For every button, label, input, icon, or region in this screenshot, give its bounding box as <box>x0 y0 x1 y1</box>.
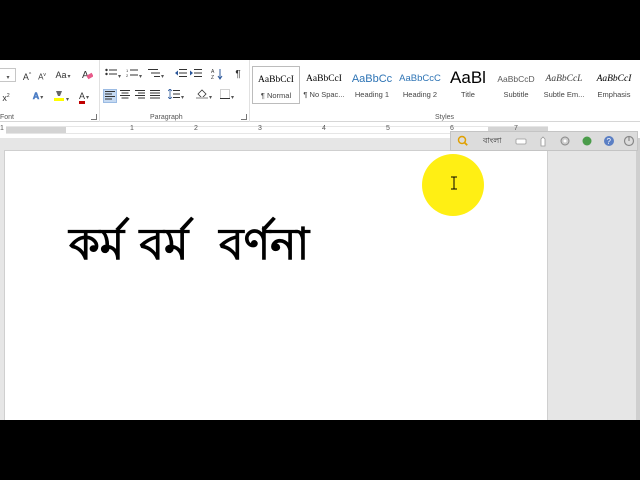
avro-settings-icon[interactable] <box>559 135 571 147</box>
font-group: ▾ A^ Av Aa▾ A x2 A▾ ▾ A▾ Font <box>0 60 100 122</box>
justify-icon[interactable] <box>148 89 162 103</box>
paragraph-dialog-launcher[interactable] <box>241 114 247 120</box>
styles-group-label: Styles <box>435 114 455 121</box>
font-dialog-launcher[interactable] <box>91 114 97 120</box>
ibeam-cursor-icon <box>451 176 457 190</box>
ruler-left-margin <box>6 127 66 133</box>
ribbon-home: ▾ A^ Av Aa▾ A x2 A▾ ▾ A▾ Font ▾ 1 2 ▾ ▾ … <box>0 60 640 122</box>
clear-format-icon[interactable]: A <box>80 68 94 82</box>
style-subtle-emphasis[interactable]: AaBbCcL Subtle Em... <box>540 66 588 104</box>
sort-icon[interactable]: AZ <box>210 68 224 82</box>
ruler-number: 3 <box>258 125 262 132</box>
style-normal[interactable]: AaBbCcI ¶ Normal <box>252 66 300 104</box>
paragraph-group-label: Paragraph <box>150 114 183 121</box>
change-case-icon[interactable]: Aa▾ <box>52 68 74 82</box>
subscript-icon[interactable]: x2 <box>0 89 12 103</box>
avro-hand-icon[interactable] <box>537 135 549 147</box>
ruler-number: 4 <box>322 125 326 132</box>
font-size-box[interactable]: ▾ <box>0 68 16 82</box>
word-window: ▾ A^ Av Aa▾ A x2 A▾ ▾ A▾ Font ▾ 1 2 ▾ ▾ … <box>0 60 640 420</box>
style-heading-2[interactable]: AaBbCcC Heading 2 <box>396 66 444 104</box>
bullets-icon[interactable]: ▾ <box>103 68 123 82</box>
ruler-number: 1 <box>130 125 134 132</box>
shrink-font-icon[interactable]: Av <box>35 68 49 82</box>
text-effects-icon[interactable]: A▾ <box>28 89 48 103</box>
avro-search-icon[interactable] <box>457 135 469 147</box>
show-marks-icon[interactable]: ¶ <box>232 68 244 82</box>
svg-text:Z: Z <box>211 75 214 80</box>
style-title[interactable]: AaBl Title <box>444 66 492 104</box>
align-right-icon[interactable] <box>133 89 147 103</box>
shading-icon[interactable]: ▾ <box>194 89 214 103</box>
document-canvas: কর্ম বর্ম বর্ণনা <box>0 138 640 420</box>
multilevel-list-icon[interactable]: ▾ <box>146 68 166 82</box>
style-emphasis[interactable]: AaBbCcI Emphasis <box>590 66 638 104</box>
vertical-scrollbar[interactable] <box>636 138 640 420</box>
align-left-icon[interactable] <box>103 89 117 103</box>
paragraph-group: ▾ 1 2 ▾ ▾ AZ ¶ ▾ ▾ ▾ Paragraph <box>100 60 250 122</box>
style-subtitle[interactable]: AaBbCcD Subtitle <box>492 66 540 104</box>
svg-text:?: ? <box>607 137 612 146</box>
numbering-icon[interactable]: 1 2 ▾ <box>124 68 144 82</box>
align-center-icon[interactable] <box>118 89 132 103</box>
font-color-icon[interactable]: A▾ <box>73 89 95 104</box>
screen: ▾ A^ Av Aa▾ A x2 A▾ ▾ A▾ Font ▾ 1 2 ▾ ▾ … <box>0 0 640 480</box>
ruler-number: 5 <box>386 125 390 132</box>
increase-indent-icon[interactable] <box>189 68 203 82</box>
svg-text:2: 2 <box>126 73 129 78</box>
borders-icon[interactable]: ▾ <box>217 89 237 103</box>
style-heading-1[interactable]: AaBbCc Heading 1 <box>348 66 396 104</box>
style-no-spacing[interactable]: AaBbCcI ¶ No Spac... <box>300 66 348 104</box>
avro-keyboard-icon[interactable] <box>515 135 527 147</box>
avro-keyboard-toolbar: বাংলা ? <box>450 131 638 151</box>
line-spacing-icon[interactable]: ▾ <box>166 88 186 103</box>
styles-group: AaBbCcI ¶ Normal AaBbCcI ¶ No Spac... Aa… <box>250 60 640 122</box>
avro-tools-icon[interactable] <box>581 135 593 147</box>
avro-language-label[interactable]: বাংলা <box>483 135 502 148</box>
font-group-label: Font <box>0 114 15 121</box>
ruler-number: 1 <box>0 125 4 132</box>
avro-help-icon[interactable]: ? <box>603 135 615 147</box>
avro-power-icon[interactable] <box>623 135 635 147</box>
text-highlight-icon[interactable]: ▾ <box>50 89 72 103</box>
ruler-number: 2 <box>194 125 198 132</box>
grow-font-icon[interactable]: A^ <box>20 68 34 82</box>
document-text[interactable]: কর্ম বর্ম বর্ণনা <box>69 211 309 284</box>
decrease-indent-icon[interactable] <box>174 68 188 82</box>
